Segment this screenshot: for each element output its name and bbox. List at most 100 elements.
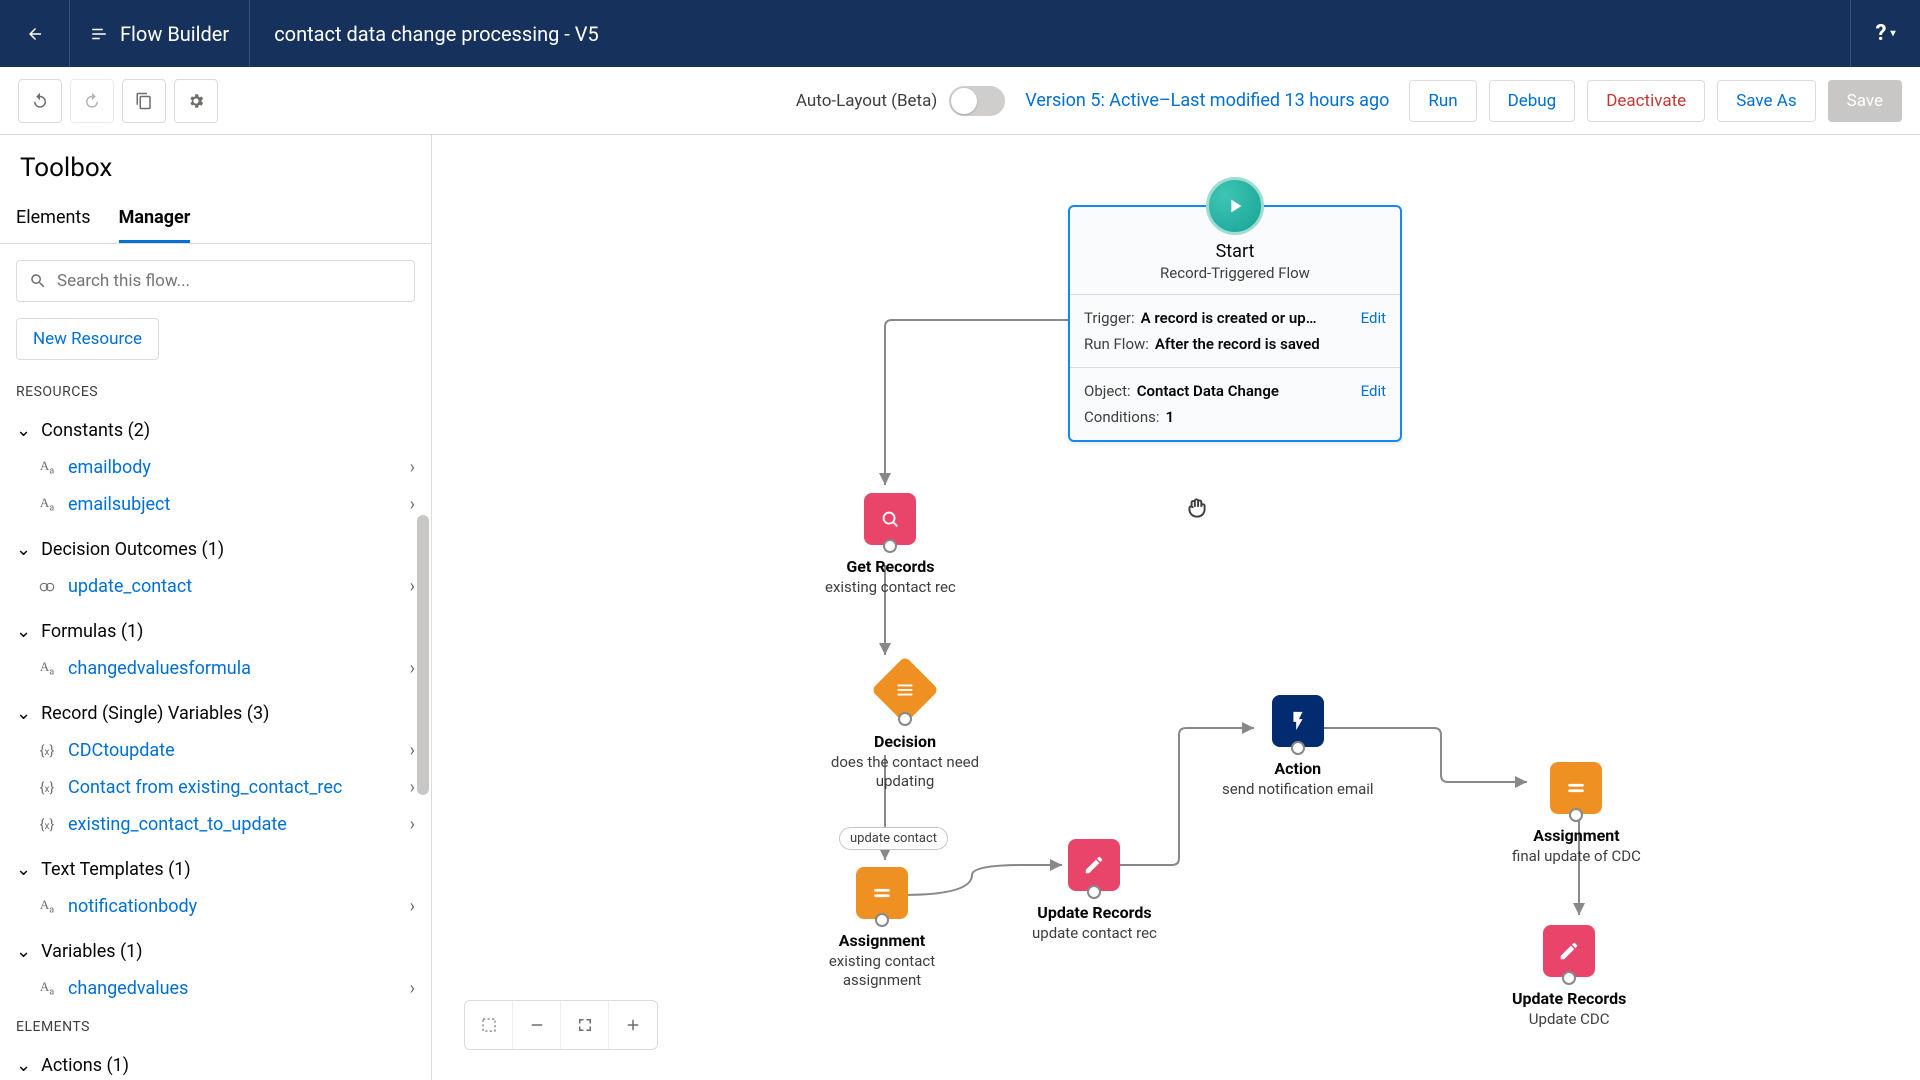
edit-object-link[interactable]: Edit (1361, 382, 1386, 400)
chevron-right-icon: › (410, 978, 415, 999)
trigger-label: Trigger: (1084, 309, 1135, 327)
node-title: Assignment (802, 931, 962, 950)
zoom-in-button[interactable] (609, 1001, 657, 1049)
fit-button[interactable] (561, 1001, 609, 1049)
chevron-right-icon: › (410, 576, 415, 597)
resource-item[interactable]: Aachangedvalues› (0, 970, 431, 1007)
search-field[interactable] (16, 260, 415, 302)
new-resource-button[interactable]: New Resource (16, 318, 159, 360)
node-assignment-2[interactable]: Assignment final update of CDC (1512, 762, 1641, 866)
resource-item[interactable]: Aaemailbody› (0, 449, 431, 486)
resource-group-header[interactable]: ⌄ Record (Single) Variables (3) (0, 695, 431, 732)
resource-item-label: CDCtoupdate (68, 740, 400, 761)
chevron-right-icon: › (410, 814, 415, 835)
resource-type-icon: {x} (36, 780, 58, 796)
resource-group-header[interactable]: ⌄ Constants (2) (0, 412, 431, 449)
flow-name: contact data change processing - V5 (250, 22, 623, 46)
resource-group-header[interactable]: ⌄Decision Outcomes (1) (0, 531, 431, 568)
node-get-records[interactable]: Get Records existing contact rec (825, 493, 956, 597)
resource-group-header[interactable]: ⌄Formulas (1) (0, 613, 431, 650)
help-button[interactable]: ?▾ (1850, 0, 1920, 67)
node-sub: does the contact need updating (825, 753, 985, 791)
group-label: Constants (2) (41, 420, 150, 441)
chevron-down-icon: ⌄ (16, 420, 31, 441)
resource-item[interactable]: Aanotificationbody› (0, 888, 431, 925)
start-play-icon (1206, 177, 1264, 235)
resource-item[interactable]: update_contact› (0, 568, 431, 605)
node-sub: Update CDC (1512, 1010, 1626, 1029)
node-decision[interactable]: Decision does the contact need updating (825, 660, 985, 791)
group-label: Decision Outcomes (1) (41, 539, 224, 560)
node-update-records-2[interactable]: Update Records Update CDC (1512, 925, 1626, 1029)
save-as-button[interactable]: Save As (1717, 80, 1815, 122)
undo-button[interactable] (18, 79, 62, 123)
resource-item[interactable]: Aaemailsubject› (0, 486, 431, 523)
debug-button[interactable]: Debug (1489, 80, 1576, 122)
resource-type-icon: Aa (36, 659, 58, 678)
caret-down-icon: ▾ (1890, 28, 1895, 39)
resource-type-icon: Aa (36, 495, 58, 514)
search-icon (29, 272, 47, 290)
toolbox-sidebar: Toolbox Elements Manager New Resource RE… (0, 135, 432, 1080)
node-update-records-1[interactable]: Update Records update contact rec (1032, 839, 1157, 943)
search-input[interactable] (57, 271, 402, 291)
deactivate-button[interactable]: Deactivate (1587, 80, 1705, 122)
group-label: Formulas (1) (41, 621, 143, 642)
resource-item[interactable]: {x}CDCtoupdate› (0, 732, 431, 769)
minus-icon (528, 1016, 546, 1034)
conditions-value: 1 (1165, 408, 1386, 426)
conditions-label: Conditions: (1084, 408, 1159, 426)
object-label: Object: (1084, 382, 1131, 400)
app-header: Flow Builder contact data change process… (0, 0, 1920, 67)
back-button[interactable] (0, 0, 70, 67)
duplicate-button[interactable] (122, 79, 166, 123)
section-resources: RESOURCES (0, 376, 431, 408)
auto-layout-toggle[interactable] (949, 86, 1005, 116)
chevron-right-icon: › (410, 777, 415, 798)
group-label: Record (Single) Variables (3) (41, 703, 269, 724)
resource-item[interactable]: Aachangedvaluesformula› (0, 650, 431, 687)
resource-item-label: notificationbody (68, 896, 400, 917)
chevron-right-icon: › (410, 457, 415, 478)
chevron-right-icon: › (410, 658, 415, 679)
start-node[interactable]: Start Record-Triggered Flow Trigger: A r… (1068, 205, 1402, 442)
group-label: Actions (1) (41, 1055, 129, 1076)
decision-path-label[interactable]: update contact (839, 827, 948, 850)
node-title: Decision (825, 732, 985, 751)
version-info[interactable]: Version 5: Active–Last modified 13 hours… (1025, 90, 1389, 111)
sidebar-scrollbar[interactable] (417, 515, 429, 795)
resource-item[interactable]: {x}existing_contact_to_update› (0, 806, 431, 843)
redo-button[interactable] (70, 79, 114, 123)
flow-canvas[interactable]: Start Record-Triggered Flow Trigger: A r… (432, 135, 1920, 1080)
save-button: Save (1828, 80, 1902, 122)
group-label: Text Templates (1) (41, 859, 191, 880)
runflow-value: After the record is saved (1155, 335, 1386, 353)
settings-button[interactable] (174, 79, 218, 123)
resource-item-label: emailbody (68, 457, 400, 478)
builder-toolbar: Auto-Layout (Beta) Version 5: Active–Las… (0, 67, 1920, 135)
node-sub: send notification email (1222, 780, 1374, 799)
marquee-icon (480, 1016, 498, 1034)
resource-type-icon: {x} (36, 743, 58, 759)
copy-icon (135, 92, 153, 110)
node-action[interactable]: Action send notification email (1222, 695, 1374, 799)
resource-item[interactable]: {x}Contact from existing_contact_rec› (0, 769, 431, 806)
tab-elements[interactable]: Elements (16, 195, 91, 243)
canvas-tools (464, 1000, 658, 1050)
group-actions[interactable]: ⌄ Actions (1) (0, 1047, 431, 1080)
resource-type-icon (36, 578, 58, 596)
resource-group-header[interactable]: ⌄Text Templates (1) (0, 851, 431, 888)
builder-body: Toolbox Elements Manager New Resource RE… (0, 135, 1920, 1080)
tab-manager[interactable]: Manager (119, 195, 191, 243)
node-title: Action (1222, 759, 1374, 778)
resource-group-header[interactable]: ⌄Variables (1) (0, 933, 431, 970)
update-records-icon (1068, 839, 1120, 891)
run-button[interactable]: Run (1409, 80, 1476, 122)
node-assignment-1[interactable]: Assignment existing contact assignment (802, 867, 962, 990)
edit-trigger-link[interactable]: Edit (1361, 309, 1386, 327)
select-tool-button[interactable] (465, 1001, 513, 1049)
chevron-down-icon: ⌄ (16, 1055, 31, 1076)
zoom-out-button[interactable] (513, 1001, 561, 1049)
resource-groups: ⌄ Constants (2) Aa emailbody › Aaemailsubject… (0, 408, 431, 1011)
chevron-down-icon: ⌄ (16, 703, 31, 724)
